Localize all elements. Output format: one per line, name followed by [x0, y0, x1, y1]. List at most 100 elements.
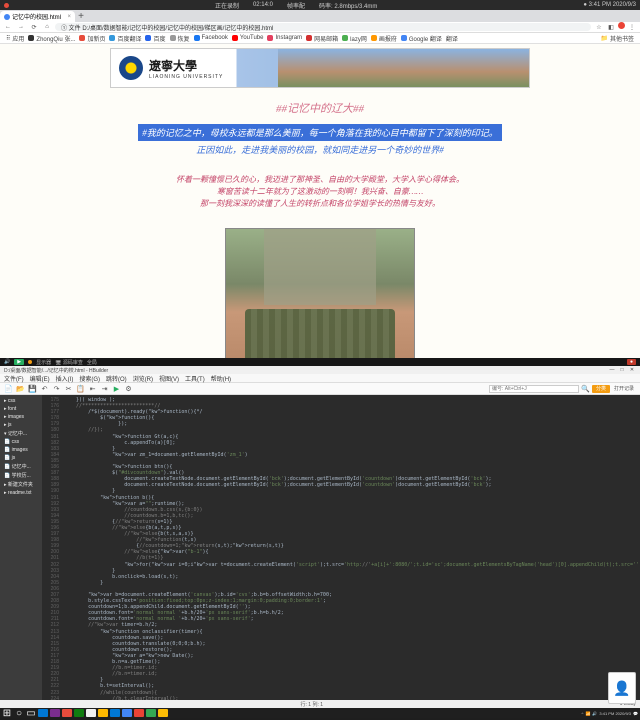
forward-button[interactable]: →	[16, 22, 26, 32]
open-icon[interactable]: 📂	[16, 384, 25, 393]
bookmark-item[interactable]: Google 翻译	[401, 34, 442, 43]
taskbar-app[interactable]	[110, 709, 120, 717]
open-history-button[interactable]: 打开记录	[612, 385, 636, 392]
apps-button[interactable]: ⠿ 应用	[6, 34, 24, 43]
search-taskbar-icon[interactable]: ○	[14, 709, 24, 717]
menu-goto[interactable]: 跳转(O)	[106, 374, 127, 383]
tree-item[interactable]: ▾ 记忆中...	[2, 429, 40, 438]
address-input[interactable]: ① 文件 D:/桌面/数据智能/记忆中的校园/记忆中的校园/梯区画/记忆中的校园…	[55, 23, 591, 31]
run-button[interactable]: ▶	[14, 359, 24, 365]
taskbar-app[interactable]	[134, 709, 144, 717]
tree-item[interactable]: ▸ images	[2, 413, 40, 421]
category-button[interactable]: 分类	[592, 385, 610, 393]
tree-item[interactable]: ▸ 新建文件夹	[2, 480, 40, 489]
cut-icon[interactable]: ✂	[64, 384, 73, 393]
clock[interactable]: 3:41 PM 2020/9/3	[599, 711, 631, 716]
close-button[interactable]: ✕	[628, 367, 636, 373]
menu-help[interactable]: 帮助(H)	[211, 374, 231, 383]
bookmark-item[interactable]: 翻译	[446, 34, 458, 43]
bookmark-item[interactable]: ZhongQiu 张...	[28, 34, 75, 43]
record-indicator-icon	[4, 3, 9, 8]
bookmark-item[interactable]: Instagram	[267, 35, 302, 41]
tree-item[interactable]: ▸ readme.txt	[2, 489, 40, 497]
extension-icon[interactable]: ◧	[606, 22, 616, 32]
paste-icon[interactable]: 📋	[76, 384, 85, 393]
menu-icon[interactable]: ⋮	[627, 22, 637, 32]
menu-search[interactable]: 搜索(G)	[79, 374, 100, 383]
notification-icon[interactable]: 💬	[633, 711, 638, 716]
search-input[interactable]	[489, 385, 579, 393]
menu-browse[interactable]: 浏览(R)	[133, 374, 153, 383]
stop-button[interactable]: ●	[627, 359, 636, 365]
menu-edit[interactable]: 编辑(E)	[30, 374, 50, 383]
redo-icon[interactable]: ↷	[52, 384, 61, 393]
toolbar-label: 全局	[87, 359, 97, 366]
tab-title: 记忆中的校园.html	[12, 12, 61, 21]
bookmark-item[interactable]: 百度	[145, 34, 165, 43]
save-icon[interactable]: 💾	[28, 384, 37, 393]
tree-item[interactable]: 📄 学校历...	[2, 471, 40, 480]
taskbar-app[interactable]	[62, 709, 72, 717]
bookmark-item[interactable]: 百度翻译	[109, 34, 141, 43]
page-favicon-icon	[4, 14, 10, 20]
tree-item[interactable]: ▸ font	[2, 405, 40, 413]
tree-item[interactable]: ▸ css	[2, 397, 40, 405]
tree-item[interactable]: ▸ js	[2, 421, 40, 429]
task-view-icon[interactable]: ▭	[26, 709, 36, 717]
bookmark-item[interactable]: 加新页	[79, 34, 105, 43]
other-bookmarks[interactable]: 📁 其他书签	[601, 34, 635, 43]
new-tab-button[interactable]: +	[75, 11, 87, 22]
audio-icon[interactable]: 🔊	[4, 359, 10, 365]
code-editor[interactable]: })( window ); //************************…	[62, 395, 640, 700]
play-icon[interactable]: ▶	[112, 384, 121, 393]
taskbar-app[interactable]	[158, 709, 168, 717]
system-tray[interactable]: ^ 📶 🔊 3:41 PM 2020/9/3 💬	[582, 711, 638, 716]
new-file-icon[interactable]: 📄	[4, 384, 13, 393]
bookmarks-bar: ⠿ 应用 ZhongQiu 张... 加新页 百度翻译 百度 恢复 Facebo…	[0, 33, 640, 44]
taskbar-app[interactable]	[50, 709, 60, 717]
bookmark-item[interactable]: YouTube	[232, 35, 264, 41]
network-icon[interactable]: 📶	[585, 711, 590, 716]
bookmark-item[interactable]: 恢复	[170, 34, 190, 43]
file-explorer[interactable]: ▸ css▸ font▸ images▸ js▾ 记忆中... 📄 css 📄 …	[0, 395, 42, 700]
back-button[interactable]: ←	[3, 22, 13, 32]
search-icon[interactable]: 🔍	[581, 384, 590, 393]
minimize-button[interactable]: —	[608, 367, 616, 373]
bookmark-item[interactable]: 画报府	[371, 34, 397, 43]
bookmark-item[interactable]: Facebook	[194, 35, 228, 41]
bookmark-item[interactable]: lazy网	[342, 34, 367, 43]
settings-icon[interactable]: ⚙	[124, 384, 133, 393]
tree-item[interactable]: 📄 css	[2, 438, 40, 446]
home-button[interactable]: ⌂	[42, 22, 52, 32]
tree-item[interactable]: 📄 images	[2, 446, 40, 454]
tree-item[interactable]: 📄 记忆中...	[2, 462, 40, 471]
close-tab-icon[interactable]: ×	[67, 14, 71, 20]
volume-icon[interactable]: 🔊	[592, 711, 597, 716]
taskbar-app[interactable]	[74, 709, 84, 717]
star-icon[interactable]: ☆	[594, 22, 604, 32]
tray-chevron-icon[interactable]: ^	[582, 711, 584, 716]
menu-view[interactable]: 视图(V)	[159, 374, 179, 383]
indent-right-icon[interactable]: ⇥	[100, 384, 109, 393]
start-button[interactable]: ⊞	[2, 709, 12, 717]
status-dot-icon	[28, 360, 32, 364]
taskbar-app[interactable]	[98, 709, 108, 717]
reload-button[interactable]: ⟳	[29, 22, 39, 32]
undo-icon[interactable]: ↶	[40, 384, 49, 393]
tree-item[interactable]: 📄 js	[2, 454, 40, 462]
bookmark-item[interactable]: 网易邮箱	[306, 34, 338, 43]
profile-avatar-icon[interactable]	[618, 22, 625, 29]
hbuilder-statusbar: 行: 1 列: 1 1 today	[0, 700, 640, 708]
taskbar-app[interactable]	[122, 709, 132, 717]
indent-left-icon[interactable]: ⇤	[88, 384, 97, 393]
editor-area: ▸ css▸ font▸ images▸ js▾ 记忆中... 📄 css 📄 …	[0, 395, 640, 700]
browser-tab[interactable]: 记忆中的校园.html ×	[0, 11, 75, 22]
taskbar-app[interactable]	[86, 709, 96, 717]
menu-insert[interactable]: 插入(I)	[56, 374, 74, 383]
assistant-widget[interactable]: 👤	[608, 672, 636, 704]
menu-file[interactable]: 文件(F)	[4, 374, 24, 383]
taskbar-app[interactable]	[38, 709, 48, 717]
menu-tools[interactable]: 工具(T)	[185, 374, 205, 383]
taskbar-app[interactable]	[146, 709, 156, 717]
maximize-button[interactable]: □	[618, 367, 626, 373]
